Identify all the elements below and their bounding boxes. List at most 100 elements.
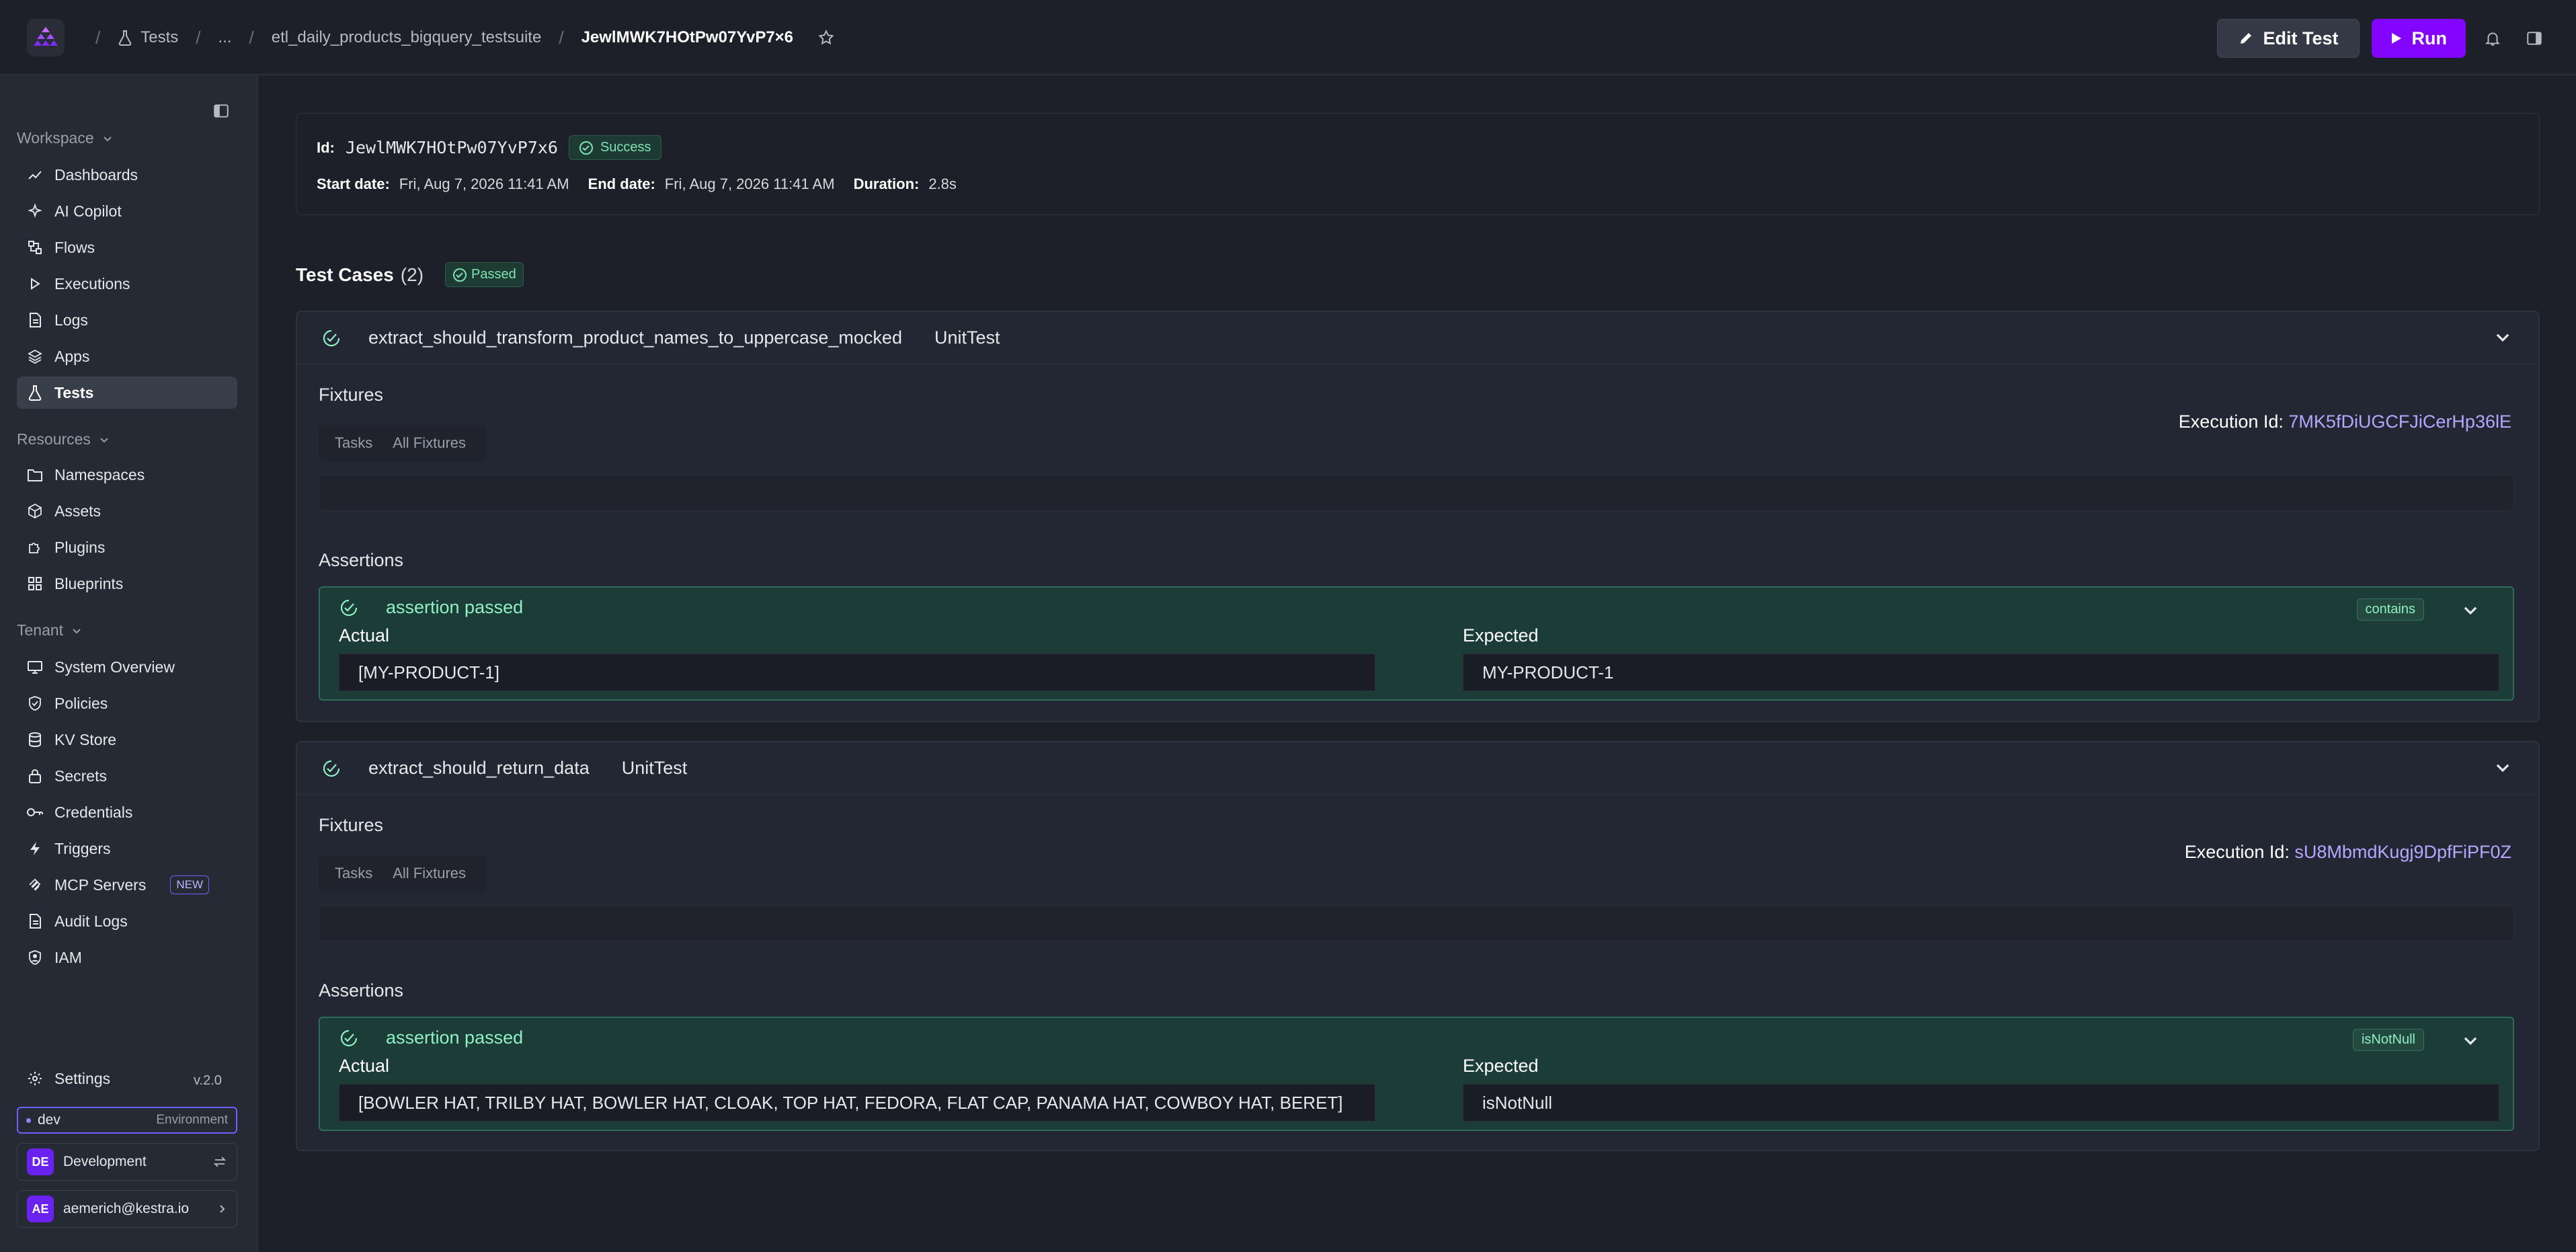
sidebar-item-label: Triggers [54, 839, 111, 857]
chevron-down-icon [103, 136, 112, 141]
sidebar-item-secrets[interactable]: Secrets [17, 760, 237, 792]
tab-all-fixtures[interactable]: All Fixtures [393, 865, 466, 882]
layers-icon [26, 348, 44, 365]
sidebar-item-iam[interactable]: IAM [17, 941, 237, 974]
sidebar-item-triggers[interactable]: Triggers [17, 832, 237, 865]
sidebar-item-blueprints[interactable]: Blueprints [17, 568, 237, 600]
fixtures-tabs: Tasks All Fixtures [319, 425, 487, 461]
assertion-card: assertion passed contains Actual Expecte… [319, 586, 2514, 701]
workspace-section-toggle[interactable]: Workspace [17, 129, 113, 147]
sidebar-item-executions[interactable]: Executions [17, 268, 237, 300]
tenant-section-toggle[interactable]: Tenant [17, 621, 82, 639]
breadcrumb-suite-label: etl_daily_products_bigquery_testsuite [271, 28, 542, 46]
expected-value-text: MY-PRODUCT-1 [1482, 662, 1614, 682]
chevron-right-icon [216, 1204, 227, 1214]
sidebar-item-mcp-servers[interactable]: MCP Servers NEW [17, 869, 237, 901]
sidebar-collapse-icon[interactable] [212, 102, 230, 120]
sidebar-item-audit-logs[interactable]: Audit Logs [17, 905, 237, 937]
test-case-header[interactable]: extract_should_transform_product_names_t… [297, 312, 2538, 364]
tenant-switcher[interactable]: DE Development [17, 1143, 237, 1181]
sidebar-item-tests[interactable]: Tests [17, 377, 237, 409]
env-dot-icon [26, 1118, 31, 1123]
sidebar-item-credentials[interactable]: Credentials [17, 796, 237, 828]
test-status-icon [323, 329, 340, 346]
flow-icon [26, 239, 44, 256]
test-case-header[interactable]: extract_should_return_data UnitTest [297, 742, 2538, 795]
chevron-down-icon[interactable] [2494, 758, 2511, 776]
id-label: Id: [317, 139, 335, 156]
chevron-down-icon[interactable] [2462, 1031, 2479, 1049]
sidebar-item-label: System Overview [54, 658, 175, 676]
sidebar-item-label: Apps [54, 347, 90, 365]
tab-all-fixtures[interactable]: All Fixtures [393, 434, 466, 452]
fixtures-tabs: Tasks All Fixtures [319, 855, 487, 892]
chevron-down-icon [73, 628, 81, 633]
sidebar-item-system-overview[interactable]: System Overview [17, 651, 237, 683]
assertion-status-icon [340, 1029, 358, 1046]
edit-test-button[interactable]: Edit Test [2216, 19, 2360, 58]
assertion-status: assertion passed [386, 1027, 524, 1048]
tenant-name: Development [63, 1154, 147, 1169]
sidebar-item-label: Tests [54, 383, 94, 401]
sidebar-item-plugins[interactable]: Plugins [17, 531, 237, 563]
expected-value: MY-PRODUCT-1 [1463, 654, 2499, 691]
actual-label: Actual [339, 1056, 390, 1076]
sidebar-item-label: Logs [54, 311, 88, 329]
user-email: aemerich@kestra.io [63, 1201, 190, 1216]
environment-selector[interactable]: dev Environment [17, 1107, 237, 1134]
check-circle-icon [453, 268, 467, 282]
top-actions: Edit Test Run [2216, 19, 2550, 58]
switch-icon [212, 1155, 227, 1169]
sidebar-item-label: MCP Servers [54, 875, 147, 894]
chevron-down-icon [100, 437, 108, 442]
sidebar-item-apps[interactable]: Apps [17, 340, 237, 373]
monitor-icon [26, 658, 44, 676]
breadcrumb-ellipsis[interactable]: ... [218, 28, 231, 47]
sidebar-item-kv-store[interactable]: KV Store [17, 723, 237, 756]
expected-value-text: isNotNull [1482, 1092, 1553, 1113]
test-case-card: extract_should_return_data UnitTest Fixt… [296, 741, 2540, 1151]
sidebar-item-label: Plugins [54, 538, 106, 556]
star-icon[interactable] [817, 29, 835, 46]
execution-id-label: Execution Id: [2184, 842, 2290, 862]
bell-icon[interactable] [2478, 24, 2507, 53]
run-button[interactable]: Run [2371, 19, 2466, 58]
tab-tasks[interactable]: Tasks [335, 434, 372, 452]
panel-toggle-icon[interactable] [2520, 24, 2549, 53]
user-avatar: AE [27, 1196, 54, 1222]
breadcrumb-suite[interactable]: etl_daily_products_bigquery_testsuite [272, 28, 542, 47]
bolt-icon [26, 840, 44, 857]
chevron-down-icon[interactable] [2494, 328, 2511, 346]
sidebar-item-logs[interactable]: Logs [17, 304, 237, 336]
sidebar-item-assets[interactable]: Assets [17, 495, 237, 527]
actual-value-text: [MY-PRODUCT-1] [358, 662, 499, 682]
chevron-down-icon[interactable] [2462, 601, 2479, 619]
shield-icon [26, 695, 44, 712]
pencil-icon [2240, 33, 2251, 44]
test-cases-title: Test Cases [296, 264, 394, 285]
logo-icon [34, 27, 58, 46]
test-case-type: UnitTest [621, 758, 688, 778]
edit-test-label: Edit Test [2263, 28, 2339, 48]
test-case-type: UnitTest [934, 327, 1000, 348]
test-status-icon [323, 760, 340, 777]
execution-id-link[interactable]: 7MK5fDiUGCFJiCerHp36lE [2288, 412, 2511, 432]
duration-label: Duration: [853, 175, 920, 192]
assertion-card: assertion passed isNotNull Actual Expect… [319, 1017, 2514, 1131]
resources-section-toggle[interactable]: Resources [17, 430, 110, 448]
sidebar-item-settings[interactable]: Settings [17, 1062, 185, 1095]
sidebar-item-ai-copilot[interactable]: AI Copilot [17, 195, 237, 227]
user-menu[interactable]: AE aemerich@kestra.io [17, 1190, 237, 1228]
sidebar-item-flows[interactable]: Flows [17, 231, 237, 264]
sidebar-item-namespaces[interactable]: Namespaces [17, 459, 237, 491]
sidebar-item-policies[interactable]: Policies [17, 687, 237, 719]
duration-value: 2.8s [928, 175, 957, 192]
breadcrumb-tests[interactable]: Tests [118, 28, 178, 47]
expected-label: Expected [1463, 625, 1539, 645]
sidebar-item-dashboards[interactable]: Dashboards [17, 159, 237, 191]
start-date-value: Fri, Aug 7, 2026 11:41 AM [399, 175, 569, 192]
execution-id-link[interactable]: sU8MbmdKugj9DpfFiPF0Z [2294, 842, 2511, 862]
kestra-logo[interactable] [27, 19, 65, 56]
tab-tasks[interactable]: Tasks [335, 865, 372, 882]
fixtures-content [319, 475, 2514, 511]
